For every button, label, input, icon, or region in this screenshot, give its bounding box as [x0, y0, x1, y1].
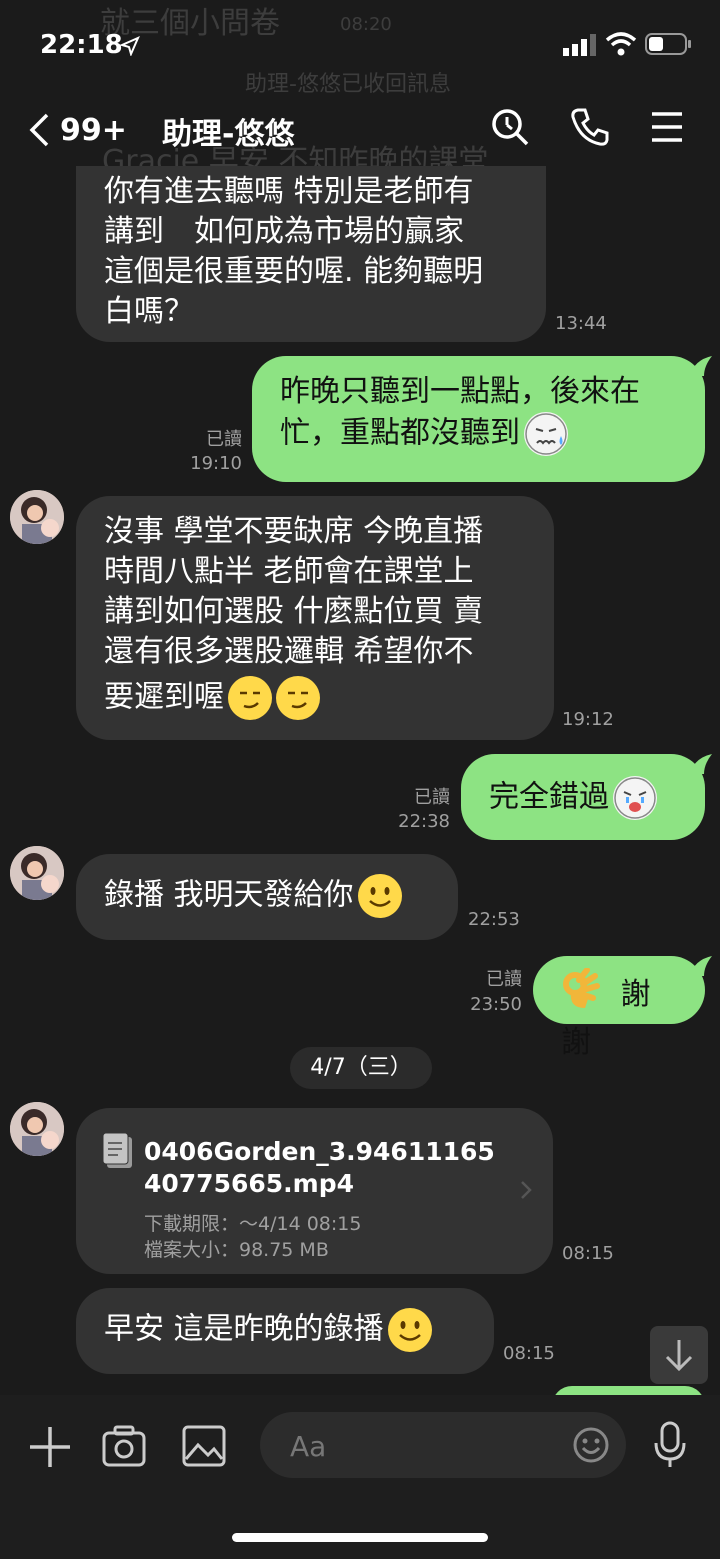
chevron-left-icon	[29, 113, 49, 147]
microphone-icon[interactable]	[652, 1421, 688, 1469]
message-time: 19:10	[190, 453, 242, 474]
message-time: 13:44	[555, 313, 607, 334]
message-time: 22:38	[398, 811, 450, 832]
message-input-placeholder: Aa	[290, 1430, 327, 1463]
message-line: 沒事 學堂不要缺席 今晚直播	[104, 514, 484, 549]
emoji-picker-icon[interactable]	[572, 1426, 610, 1464]
bubble-tail	[690, 356, 712, 376]
home-indicator	[232, 1533, 488, 1542]
message-line: 還有很多選股邏輯 希望你不	[104, 634, 474, 669]
message-line: 昨晚只聽到一點點，後來在	[280, 374, 640, 409]
message-time: 23:50	[470, 994, 522, 1015]
crying-face-emoji-icon	[613, 776, 657, 820]
camera-icon[interactable]	[102, 1425, 146, 1467]
message-bubble-incoming[interactable]: 錄播 我明天發給你	[76, 854, 458, 940]
message-bubble-incoming[interactable]: 沒事 學堂不要缺席 今晚直播 時間八點半 老師會在課堂上 講到如何選股 什麼點位…	[76, 496, 554, 740]
plus-icon[interactable]	[28, 1425, 72, 1469]
message-time: 08:15	[503, 1343, 555, 1364]
message-text: 早安 這是昨晚的錄播	[104, 1311, 384, 1347]
search-icon[interactable]	[490, 107, 530, 147]
bubble-tail	[690, 754, 712, 774]
message-bubble-incoming[interactable]: 你有進去聽嗎 特別是老師有 講到 如何成為市場的贏家 這個是很重要的喔. 能夠聽…	[76, 166, 546, 342]
message-bubble-outgoing[interactable]: 昨晚只聽到一點點，後來在 忙，重點都沒聽到	[252, 356, 705, 482]
chevron-right-icon	[521, 1181, 532, 1199]
bubble-tail	[690, 956, 712, 976]
message-bubble-incoming[interactable]: 早安 這是昨晚的錄播	[76, 1288, 494, 1374]
message-line: 這個是很重要的喔. 能夠聽明	[104, 254, 484, 289]
unread-count: 99+	[60, 112, 127, 148]
avatar[interactable]	[10, 846, 64, 900]
message-line: 白嗎？	[104, 294, 194, 329]
battery-icon	[645, 33, 691, 55]
wifi-icon	[605, 32, 637, 56]
menu-icon[interactable]	[650, 111, 684, 143]
message-line: 要遲到喔	[104, 679, 224, 715]
message-time: 22:53	[468, 909, 520, 930]
ok-hand-emoji-icon	[561, 967, 601, 1023]
file-name: 40775665.mp4	[144, 1169, 354, 1198]
smiling-face-emoji-icon	[387, 1308, 432, 1352]
message-bubble-outgoing[interactable]: 完全錯過	[461, 754, 705, 840]
message-line: 你有進去聽嗎 特別是老師有	[104, 174, 474, 209]
smirk-emoji-icon	[276, 676, 320, 720]
read-receipt: 已讀	[486, 969, 522, 990]
image-icon[interactable]	[182, 1425, 226, 1467]
message-time: 19:12	[562, 709, 614, 730]
message-line: 忙，重點都沒聽到	[280, 415, 520, 451]
message-time: 08:15	[562, 1243, 614, 1264]
file-message[interactable]: 0406Gorden_3.94611165 40775665.mp4 下載期限：…	[76, 1108, 553, 1274]
message-text: 錄播 我明天發給你	[104, 877, 354, 913]
file-size: 檔案大小：98.75 MB	[144, 1239, 329, 1261]
arrow-down-icon	[665, 1340, 693, 1372]
read-receipt: 已讀	[206, 429, 242, 450]
ghost-recall-notice: 助理-悠悠已收回訊息	[245, 72, 451, 97]
anxious-face-emoji-icon	[524, 412, 568, 456]
avatar[interactable]	[10, 490, 64, 544]
message-bubble-outgoing[interactable]: 謝謝	[533, 956, 705, 1060]
status-time: 22:18	[40, 30, 123, 60]
date-separator: 4/7（三）	[290, 1047, 432, 1089]
smiling-face-emoji-icon	[357, 874, 402, 918]
location-arrow-icon	[120, 36, 140, 56]
message-line: 講到 如何成為市場的贏家	[104, 214, 464, 249]
scroll-to-bottom-button[interactable]	[650, 1326, 708, 1384]
ghost-previous-time: 08:20	[340, 14, 392, 35]
phone-icon[interactable]	[570, 107, 610, 147]
read-receipt: 已讀	[414, 787, 450, 808]
signal-icon	[563, 34, 596, 56]
message-line: 時間八點半 老師會在課堂上	[104, 554, 474, 589]
message-composer: Aa	[0, 1395, 720, 1559]
chat-header: 99+ 助理-悠悠	[0, 95, 720, 165]
file-icon	[102, 1132, 132, 1168]
avatar[interactable]	[10, 1102, 64, 1156]
chat-title[interactable]: 助理-悠悠	[162, 109, 294, 153]
smirk-emoji-icon	[228, 676, 272, 720]
message-line: 講到如何選股 什麼點位買 賣	[104, 594, 484, 629]
message-input[interactable]: Aa	[260, 1412, 626, 1478]
message-text: 完全錯過	[489, 779, 609, 815]
back-button[interactable]: 99+	[28, 107, 127, 153]
